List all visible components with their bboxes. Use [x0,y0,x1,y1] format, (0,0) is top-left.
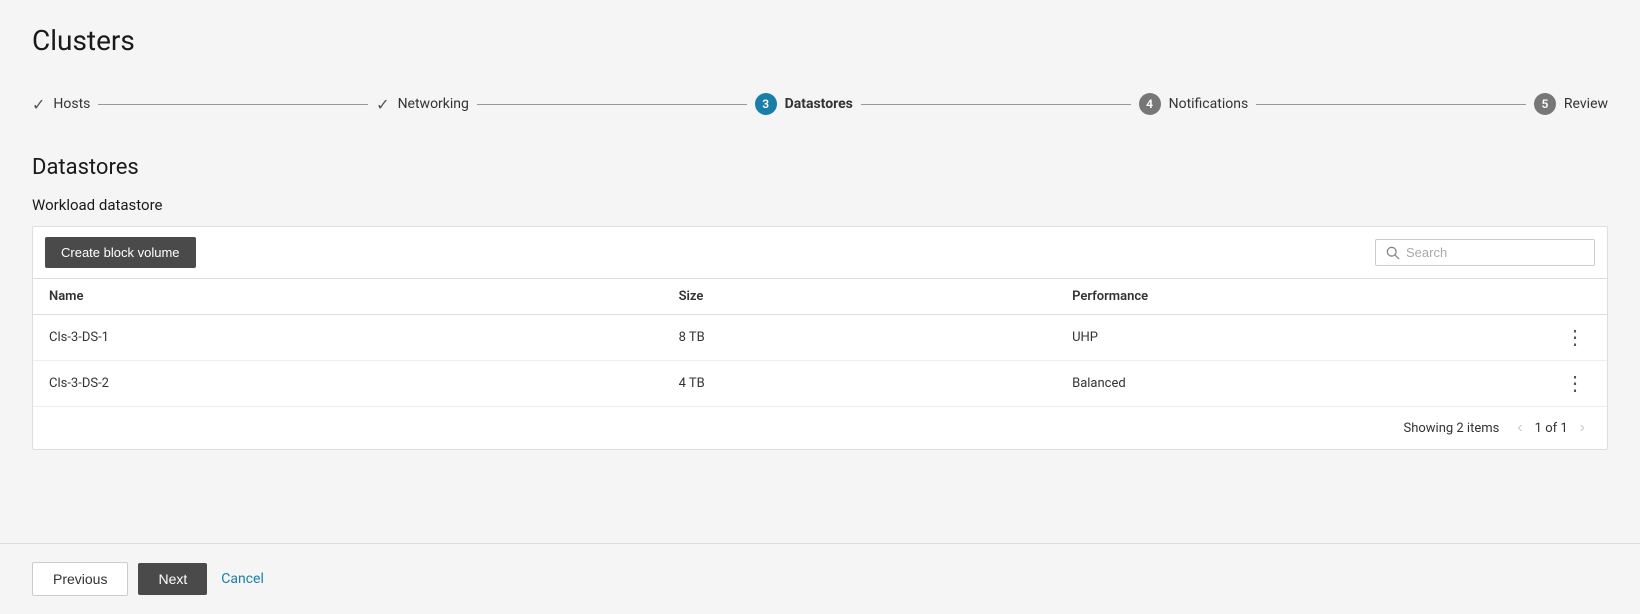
step-review[interactable]: 5 Review [1534,93,1608,115]
table-row: Cls-3-DS-2 4 TB Balanced ⋮ [33,361,1607,407]
step-hosts[interactable]: ✓ Hosts [32,95,90,114]
search-input[interactable] [1406,245,1584,260]
workload-datastore-table: Create block volume Name Size Performanc… [32,226,1608,450]
cell-size: 4 TB [663,361,1057,407]
column-header-name: Name [33,279,663,315]
cell-performance: UHP [1056,315,1528,361]
table-toolbar: Create block volume [33,227,1607,279]
showing-count: Showing 2 items [1403,421,1499,436]
step-label-hosts: Hosts [53,96,90,112]
subsection-title: Workload datastore [32,196,1608,214]
connector-1 [98,104,368,105]
connector-2 [477,104,747,105]
next-button[interactable]: Next [138,563,207,595]
prev-page-button[interactable]: ‹ [1511,417,1528,439]
column-header-actions [1528,279,1607,315]
table-row: Cls-3-DS-1 8 TB UHP ⋮ [33,315,1607,361]
connector-3 [861,104,1131,105]
column-header-size: Size [663,279,1057,315]
cell-actions[interactable]: ⋮ [1528,315,1607,361]
step-label-datastores: Datastores [785,96,853,112]
step-datastores[interactable]: 3 Datastores [755,93,853,115]
step-label-review: Review [1564,96,1608,112]
connector-4 [1256,104,1526,105]
step-notifications[interactable]: 4 Notifications [1139,93,1249,115]
search-box [1375,239,1595,266]
cancel-button[interactable]: Cancel [217,563,268,595]
main-content: Datastores Workload datastore Create blo… [0,131,1640,543]
step-circle-notifications: 4 [1139,93,1161,115]
datastores-table: Name Size Performance Cls-3-DS-1 8 TB UH… [33,279,1607,406]
step-label-networking: Networking [398,96,469,112]
table-footer: Showing 2 items ‹ 1 of 1 › [33,406,1607,449]
row-actions-menu[interactable]: ⋮ [1559,323,1591,351]
pagination: ‹ 1 of 1 › [1511,417,1591,439]
check-icon: ✓ [32,95,45,114]
step-networking[interactable]: ✓ Networking [376,95,469,114]
step-label-notifications: Notifications [1169,96,1249,112]
stepper: ✓ Hosts ✓ Networking 3 Datastores 4 Noti… [32,77,1608,131]
check-icon-networking: ✓ [376,95,389,114]
create-block-volume-button[interactable]: Create block volume [45,237,196,268]
column-header-performance: Performance [1056,279,1528,315]
previous-button[interactable]: Previous [32,562,128,596]
section-title: Datastores [32,155,1608,180]
cell-performance: Balanced [1056,361,1528,407]
cell-size: 8 TB [663,315,1057,361]
bottom-navigation: Previous Next Cancel [0,543,1640,614]
search-icon [1386,246,1400,260]
page-title: Clusters [32,24,1608,57]
row-actions-menu[interactable]: ⋮ [1559,369,1591,397]
cell-name: Cls-3-DS-2 [33,361,663,407]
cell-name: Cls-3-DS-1 [33,315,663,361]
table-header-row: Name Size Performance [33,279,1607,315]
page-indicator: 1 of 1 [1535,421,1568,436]
cell-actions[interactable]: ⋮ [1528,361,1607,407]
next-page-button[interactable]: › [1574,417,1591,439]
step-circle-review: 5 [1534,93,1556,115]
step-circle-datastores: 3 [755,93,777,115]
